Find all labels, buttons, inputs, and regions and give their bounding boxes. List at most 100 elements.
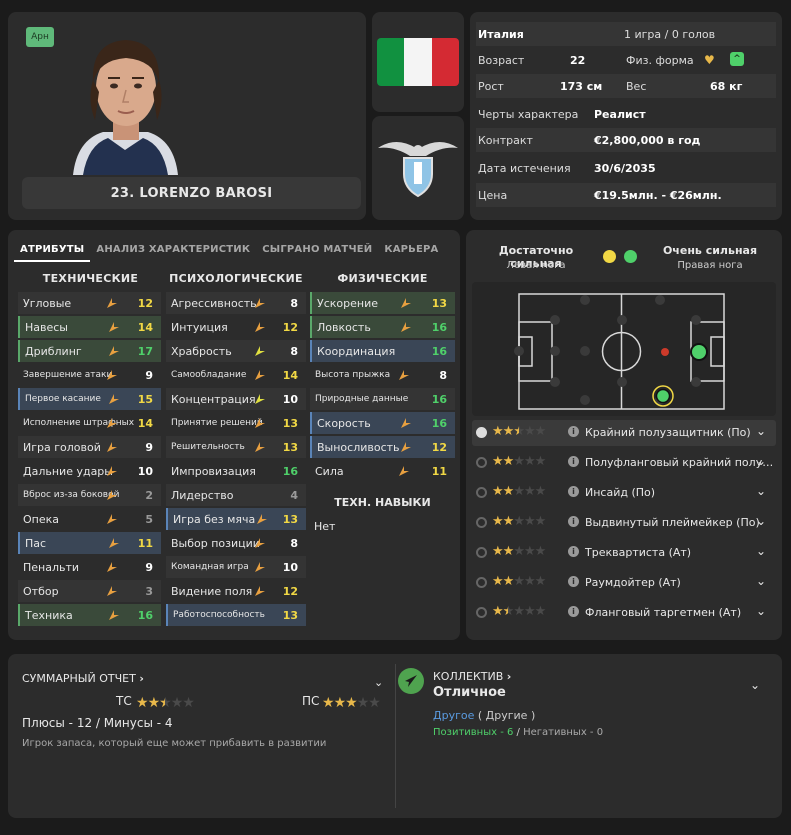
left-foot-label: Левая нога (506, 260, 566, 271)
attribute-row[interactable]: Дриблинг 17 (18, 340, 161, 362)
attribute-row[interactable]: Агрессивность 8 (166, 292, 306, 314)
tab-matches[interactable]: СЫГРАНО МАТЧЕЙ (256, 238, 378, 262)
attribute-row[interactable]: Первое касание 15 (18, 388, 161, 410)
attribute-row[interactable]: Игра головой 9 (18, 436, 161, 458)
role-radio[interactable] (476, 427, 487, 438)
role-row[interactable]: ★★★★★★ i Фланговый таргетмен (Ат) ⌄ (472, 600, 776, 626)
trend-arrow-icon (108, 345, 120, 357)
chevron-down-icon[interactable]: ⌄ (756, 514, 766, 528)
attribute-row[interactable]: Выбор позиции 8 (166, 532, 306, 554)
role-row[interactable]: ★★★★★ i Выдвинутый плеймейкер (По) ⌄ (472, 510, 776, 536)
attribute-row[interactable]: Отбор 3 (18, 580, 161, 602)
info-icon[interactable]: i (568, 576, 579, 587)
attribute-row[interactable]: Концентрация 10 (166, 388, 306, 410)
chevron-down-icon[interactable]: ⌄ (756, 454, 766, 468)
price-label: Цена (478, 189, 508, 202)
info-icon[interactable]: i (568, 486, 579, 497)
attribute-row[interactable]: Лидерство 4 (166, 484, 306, 506)
mental-header: ПСИХОЛОГИЧЕСКИЕ (169, 272, 303, 285)
trend-arrow-icon (106, 441, 118, 453)
trend-arrow-icon (254, 561, 266, 573)
role-row[interactable]: ★★★★★ i Инсайд (По) ⌄ (472, 480, 776, 506)
pitch-diagram[interactable] (472, 282, 776, 416)
attribute-row[interactable]: Угловые 12 (18, 292, 161, 314)
trend-arrow-icon (106, 513, 118, 525)
attribute-row[interactable]: Решительность 13 (166, 436, 306, 458)
role-stars: ★★★★★ (492, 544, 546, 559)
attribute-row[interactable]: Техника 16 (18, 604, 161, 626)
tab-analysis[interactable]: АНАЛИЗ ХАРАКТЕРИСТИК (90, 238, 256, 262)
club-crest-panel (372, 116, 464, 220)
role-radio[interactable] (476, 607, 487, 618)
attribute-value: 16 (137, 609, 153, 622)
attribute-row[interactable]: Импровизация 16 (166, 460, 306, 482)
attribute-row[interactable]: Координация 16 (310, 340, 455, 362)
attribute-row[interactable]: Ускорение 13 (310, 292, 455, 314)
attribute-name: Работоспособность (173, 610, 265, 620)
attribute-name: Высота прыжка (315, 370, 391, 380)
info-icon[interactable]: i (568, 456, 579, 467)
attribute-value: 9 (145, 561, 153, 574)
attribute-row[interactable]: Сила 11 (310, 460, 455, 482)
role-row[interactable]: ★★★★★★ i Крайний полузащитник (По) ⌄ (472, 420, 776, 446)
trend-arrow-icon (254, 393, 266, 405)
summary-expand-icon[interactable]: ⌄ (374, 676, 383, 689)
attribute-row[interactable]: Скорость 16 (310, 412, 455, 434)
attribute-row[interactable]: Вброс из-за боковой 2 (18, 484, 161, 506)
tab-career[interactable]: КАРЬЕРА (378, 238, 444, 262)
attribute-row[interactable]: Дальние удары 10 (18, 460, 161, 482)
role-radio[interactable] (476, 457, 487, 468)
attribute-row[interactable]: Работоспособность 13 (166, 604, 306, 626)
attribute-row[interactable]: Храбрость 8 (166, 340, 306, 362)
attribute-row[interactable]: Выносливость 12 (310, 436, 455, 458)
attribute-row[interactable]: Принятие решений 13 (166, 412, 306, 434)
attribute-row[interactable]: Игра без мяча 13 (166, 508, 306, 530)
attribute-row[interactable]: Навесы 14 (18, 316, 161, 338)
role-row[interactable]: ★★★★★ i Раумдойтер (Ат) ⌄ (472, 570, 776, 596)
info-icon[interactable]: i (568, 546, 579, 557)
attribute-row[interactable]: Исполнение штрафных 14 (18, 412, 161, 434)
attribute-row[interactable]: Опека 5 (18, 508, 161, 530)
attribute-name: Агрессивность (171, 297, 257, 310)
chevron-down-icon[interactable]: ⌄ (756, 424, 766, 438)
trend-arrow-icon (254, 441, 266, 453)
tab-attributes[interactable]: АТРИБУТЫ (14, 238, 91, 262)
team-group-link[interactable]: Другое (433, 709, 474, 722)
role-radio[interactable] (476, 517, 487, 528)
contract-label: Контракт (478, 134, 533, 147)
trend-arrow-icon (400, 297, 412, 309)
info-icon[interactable]: i (568, 606, 579, 617)
attribute-row[interactable]: Природные данные 16 (310, 388, 455, 410)
trend-arrow-icon (256, 513, 268, 525)
attribute-row[interactable]: Видение поля 12 (166, 580, 306, 602)
team-title-link[interactable]: КОЛЛЕКТИВ › (433, 670, 511, 683)
team-expand-icon[interactable]: ⌄ (750, 678, 760, 692)
attribute-name: Дриблинг (25, 345, 82, 358)
chevron-down-icon[interactable]: ⌄ (756, 604, 766, 618)
info-icon[interactable]: i (568, 516, 579, 527)
chevron-down-icon[interactable]: ⌄ (756, 544, 766, 558)
attribute-row[interactable]: Пас 11 (18, 532, 161, 554)
chevron-down-icon[interactable]: ⌄ (756, 574, 766, 588)
chevron-down-icon[interactable]: ⌄ (756, 484, 766, 498)
role-radio[interactable] (476, 577, 487, 588)
attribute-row[interactable]: Пенальти 9 (18, 556, 161, 578)
summary-title-link[interactable]: СУММАРНЫЙ ОТЧЕТ › (22, 672, 144, 685)
attribute-name: Концентрация (171, 393, 256, 406)
role-radio[interactable] (476, 487, 487, 498)
attribute-value: 16 (282, 465, 298, 478)
attribute-row[interactable]: Высота прыжка 8 (310, 364, 455, 386)
attribute-value: 16 (431, 321, 447, 334)
role-row[interactable]: ★★★★★ i Треквартиста (Ат) ⌄ (472, 540, 776, 566)
technical-header: ТЕХНИЧЕСКИЕ (42, 272, 139, 285)
attribute-row[interactable]: Самообладание 14 (166, 364, 306, 386)
attribute-row[interactable]: Завершение атаки 9 (18, 364, 161, 386)
role-radio[interactable] (476, 547, 487, 558)
attribute-row[interactable]: Ловкость 16 (310, 316, 455, 338)
attribute-row[interactable]: Интуиция 12 (166, 316, 306, 338)
trend-arrow-icon (398, 465, 410, 477)
attribute-row[interactable]: Командная игра 10 (166, 556, 306, 578)
summary-panel: СУММАРНЫЙ ОТЧЕТ › ⌄ ТС ★★★★★★ ПС ★★★★★ П… (8, 654, 782, 818)
role-row[interactable]: ★★★★★ i Полуфланговый крайний полу… ⌄ (472, 450, 776, 476)
info-icon[interactable]: i (568, 426, 579, 437)
